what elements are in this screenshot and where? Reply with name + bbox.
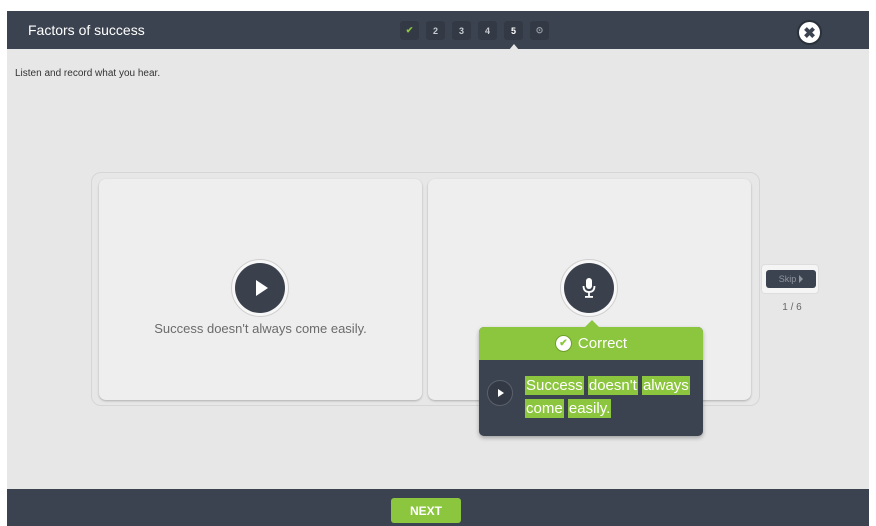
- app-window: Factors of success ✔ 2 3 4 5 ⊙ ✖ Listen …: [7, 11, 869, 526]
- record-button[interactable]: [560, 259, 618, 317]
- recognized-word: Success: [525, 376, 584, 395]
- step-4[interactable]: 4: [478, 21, 497, 40]
- next-button[interactable]: NEXT: [391, 498, 461, 523]
- progress-counter: 1 / 6: [782, 302, 802, 313]
- recognized-word: easily.: [567, 399, 612, 418]
- skip-container: Skip: [761, 264, 819, 294]
- step-finish-icon[interactable]: ⊙: [530, 21, 549, 40]
- step-indicator: ✔ 2 3 4 5 ⊙: [400, 21, 549, 50]
- skip-label: Skip: [778, 274, 797, 284]
- recognized-text: Success doesn't always come easily.: [525, 374, 695, 420]
- feedback-status: Correct: [577, 335, 628, 352]
- recognized-word: doesn't: [587, 376, 638, 395]
- replay-recording-button[interactable]: [487, 380, 513, 406]
- step-1-done[interactable]: ✔: [400, 21, 419, 40]
- microphone-icon: [582, 278, 596, 298]
- step-2[interactable]: 2: [426, 21, 445, 40]
- skip-arrow-icon: [799, 275, 804, 283]
- close-icon: ✖: [803, 24, 816, 42]
- step-5-current[interactable]: 5: [504, 21, 523, 50]
- feedback-popup: ✔ Correct Success doesn't always come ea…: [479, 320, 703, 436]
- check-icon: ✔: [554, 335, 572, 352]
- top-bar: Factors of success ✔ 2 3 4 5 ⊙ ✖: [7, 11, 869, 50]
- play-icon: [255, 280, 268, 296]
- recognized-word: come: [525, 399, 564, 418]
- skip-button[interactable]: Skip: [766, 270, 816, 288]
- play-icon: [498, 389, 504, 397]
- instruction-text: Listen and record what you hear.: [15, 68, 161, 79]
- sentence-text: Success doesn't always come easily.: [154, 321, 367, 336]
- lesson-title: Factors of success: [28, 22, 145, 38]
- step-3[interactable]: 3: [452, 21, 471, 40]
- recognized-word: always: [641, 376, 690, 395]
- play-audio-button[interactable]: [231, 259, 289, 317]
- feedback-header: ✔ Correct: [479, 327, 703, 360]
- bottom-bar: NEXT: [7, 489, 869, 526]
- listen-card: Success doesn't always come easily.: [99, 179, 422, 400]
- close-button[interactable]: ✖: [797, 20, 822, 45]
